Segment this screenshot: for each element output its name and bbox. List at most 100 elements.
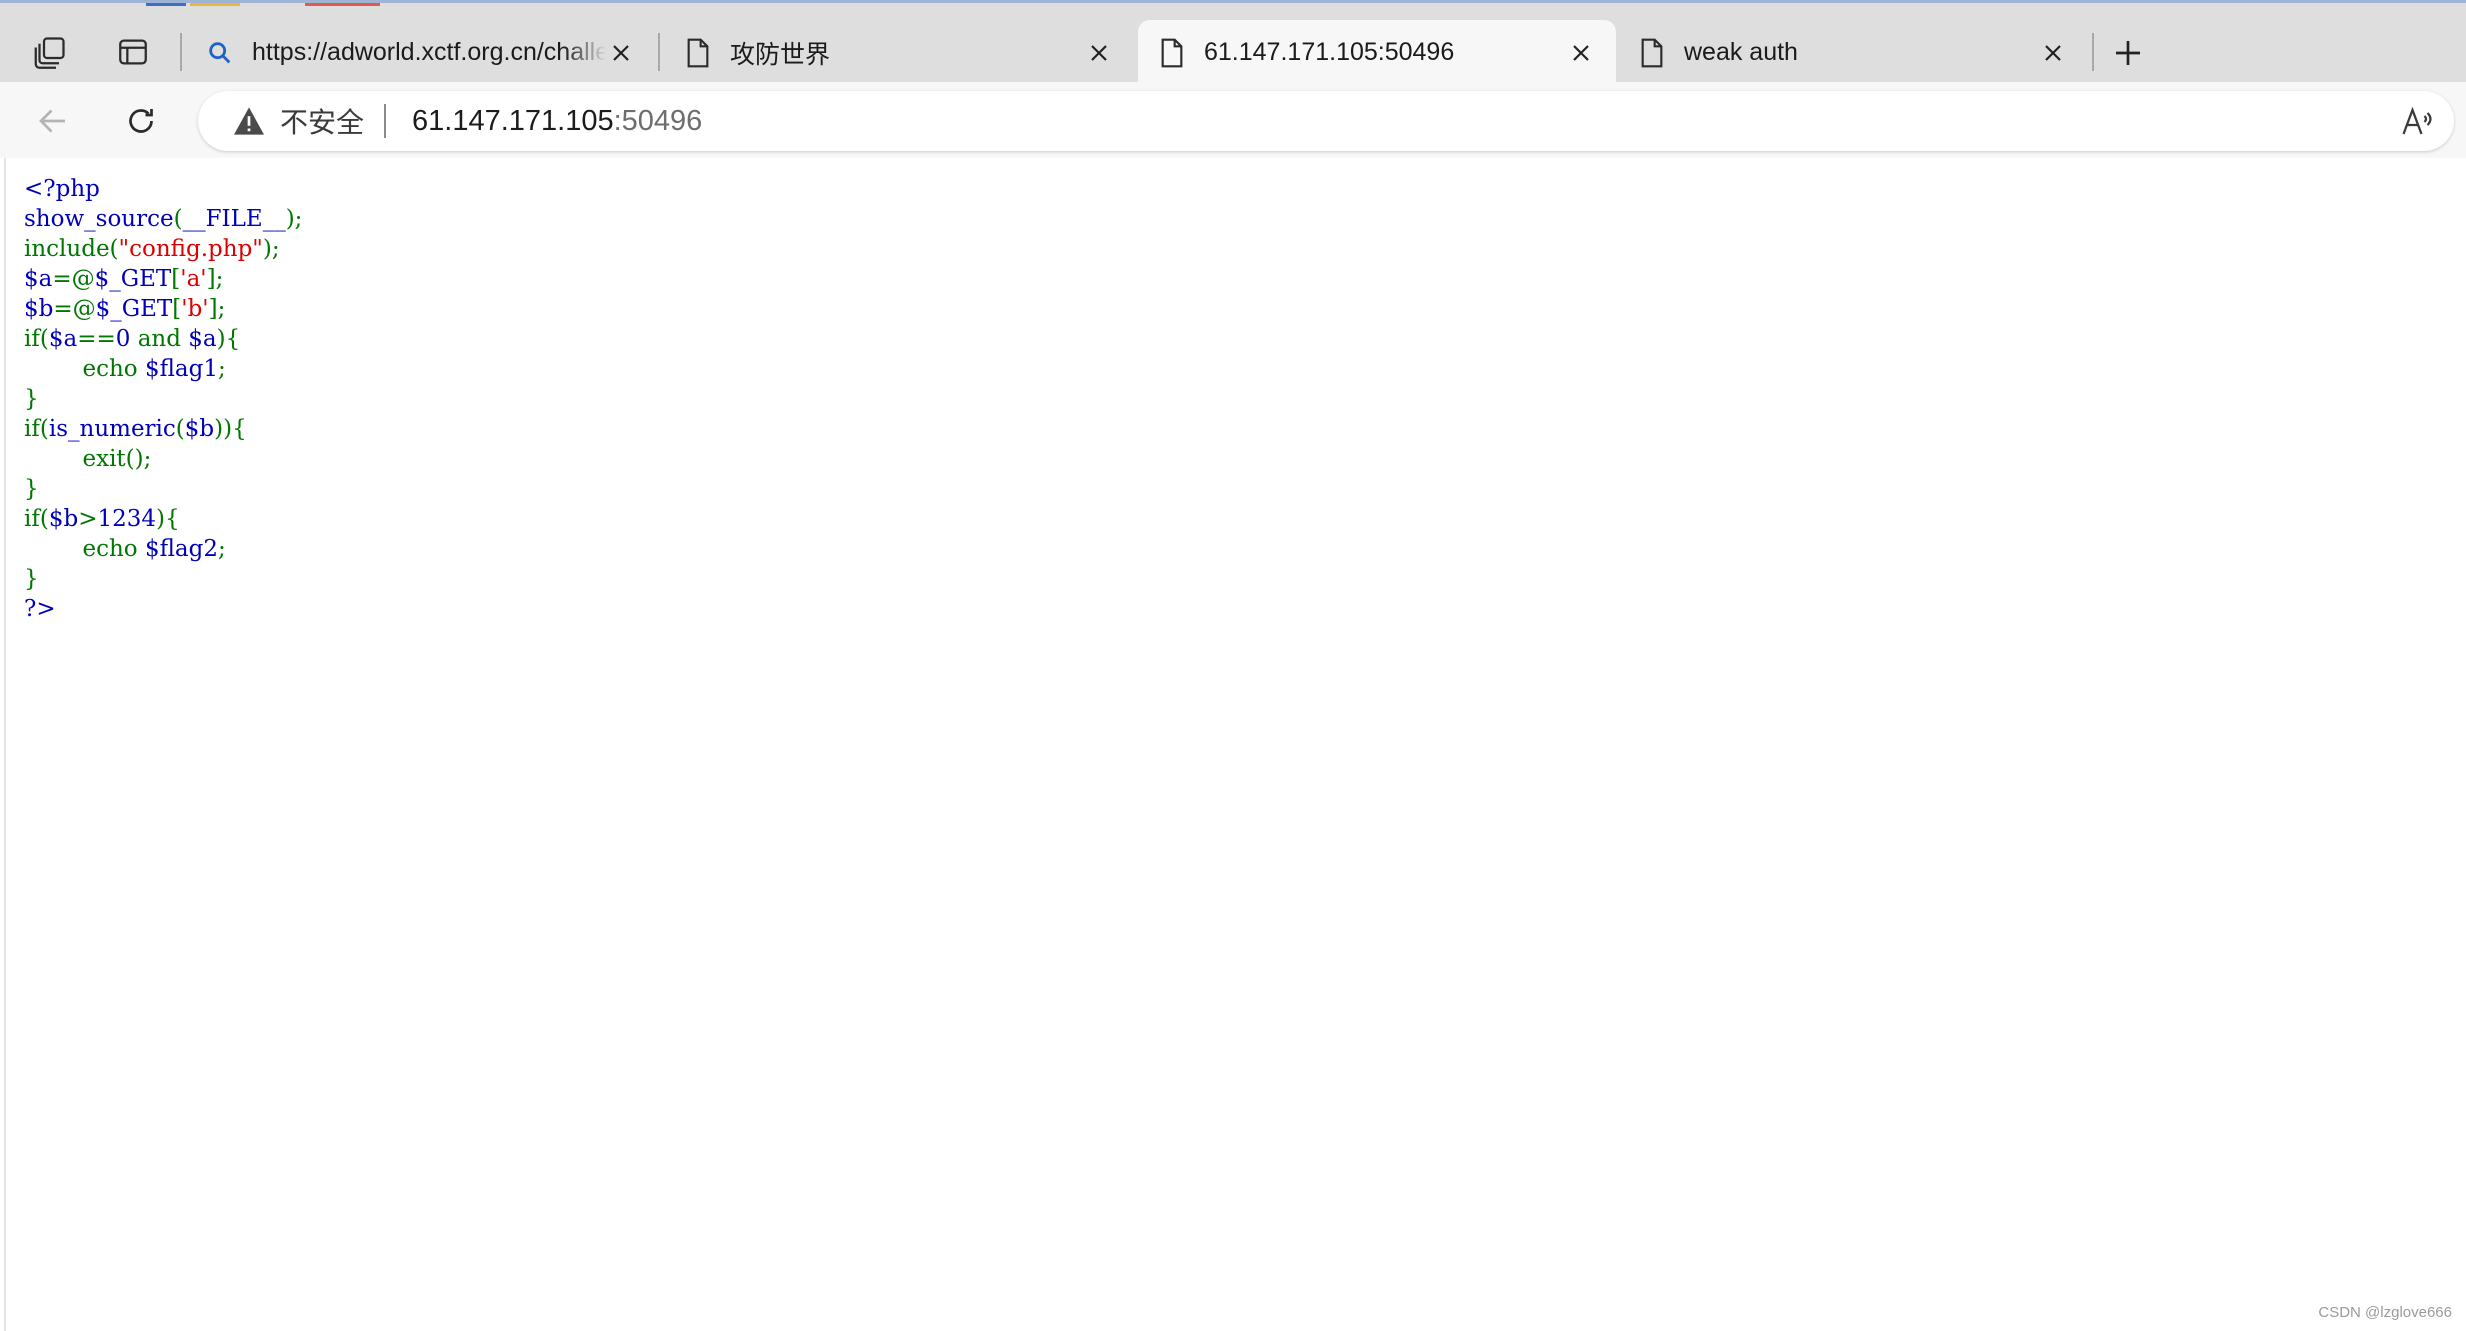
code-token: ); [262, 236, 280, 262]
code-token: ); [285, 206, 303, 232]
code-token: ( [175, 416, 185, 442]
code-line: $a=@$_GET['a']; [24, 264, 302, 294]
code-token: > [78, 506, 98, 532]
code-token: $a [24, 266, 53, 292]
url-port: :50496 [613, 104, 703, 137]
code-token: =@ [53, 296, 96, 322]
code-line: } [24, 384, 302, 414]
code-token: $a [188, 326, 217, 352]
tab-separator [2092, 33, 2094, 71]
code-token: $_GET [94, 266, 172, 292]
code-line: ?> [24, 594, 302, 624]
code-token: ){ [156, 506, 180, 532]
code-token: 1234 [97, 506, 157, 532]
tab-separator [180, 33, 182, 71]
tab-close-button[interactable] [606, 38, 636, 68]
php-source-code: <?php show_source(__FILE__); include("conf… [24, 174, 302, 624]
code-token: [ [172, 296, 182, 322]
code-token: <?php [24, 176, 100, 202]
tab-gongfang[interactable]: 攻防世界 [664, 20, 1134, 85]
tab-separator [658, 33, 660, 71]
close-icon [2045, 44, 2061, 61]
refresh-button[interactable] [116, 96, 166, 146]
code-token: if( [24, 326, 49, 352]
code-token: =@ [52, 266, 95, 292]
tab-active-host[interactable]: 61.147.171.105:50496 [1138, 20, 1616, 85]
code-token: ( [173, 206, 183, 232]
code-token: ?> [24, 596, 56, 622]
code-token: exit [24, 446, 126, 472]
code-token: $b [184, 416, 215, 442]
address-bar[interactable]: 不安全 61.147.171.105:50496 [198, 91, 2454, 151]
code-token: __FILE__ [182, 206, 286, 232]
plus-icon [2116, 41, 2140, 65]
search-icon [209, 41, 231, 63]
back-button[interactable] [28, 96, 78, 146]
code-line: if($a==0 and $a){ [24, 324, 302, 354]
read-aloud-button[interactable] [2394, 99, 2440, 145]
tab-close-button[interactable] [1084, 38, 1114, 68]
code-line: exit(); [24, 444, 302, 474]
top-accent-yellow [190, 3, 240, 6]
code-token: ; [218, 356, 226, 382]
code-line: echo $flag1; [24, 354, 302, 384]
vertical-tabs-icon [119, 39, 147, 65]
page-icon [1641, 38, 1663, 67]
site-info-button[interactable]: 不安全 [232, 101, 364, 141]
code-token: $flag1 [144, 356, 218, 382]
code-token: ]; [208, 296, 226, 322]
security-label: 不安全 [280, 107, 365, 138]
tab-title: 攻防世界 [730, 40, 831, 69]
browser-window: https://adworld.xctf.org.cn/challenges/l… [0, 0, 2466, 1331]
code-token: } [24, 566, 39, 592]
tab-close-button[interactable] [2038, 38, 2068, 68]
code-line: if(is_numeric($b)){ [24, 414, 302, 444]
watermark: CSDN @lzglove666 [2318, 1304, 2452, 1321]
tab-title: 61.147.171.105:50496 [1204, 38, 1455, 66]
refresh-icon [129, 109, 153, 133]
url-host: 61.147.171.105 [412, 104, 614, 137]
warning-icon [234, 107, 264, 135]
back-arrow-icon [39, 109, 65, 133]
code-line: } [24, 474, 302, 504]
code-token: $_GET [95, 296, 173, 322]
close-icon [1573, 44, 1589, 61]
page-content: <?php show_source(__FILE__); include("conf… [4, 158, 2466, 1331]
code-token: ]; [206, 266, 224, 292]
code-line: $b=@$_GET['b']; [24, 294, 302, 324]
code-line: } [24, 564, 302, 594]
tab-title: https://adworld.xctf.org.cn/challenges/l… [252, 38, 606, 66]
code-token: if( [24, 416, 49, 442]
toolbar: 不安全 61.147.171.105:50496 [0, 82, 2466, 158]
code-line: include("config.php"); [24, 234, 302, 264]
tab-close-button[interactable] [1566, 38, 1596, 68]
tab-actions-icon [34, 37, 65, 69]
code-token: 'b' [181, 296, 209, 322]
tab-weak-auth[interactable]: weak auth [1618, 20, 2088, 85]
tab-title: weak auth [1684, 38, 1798, 66]
top-accent-blue [146, 3, 186, 6]
new-tab-button[interactable] [2103, 28, 2153, 78]
code-token: [ [171, 266, 181, 292]
page-icon [1161, 38, 1183, 67]
code-token: ){ [216, 326, 241, 352]
code-token: } [24, 476, 39, 502]
code-token: and [130, 326, 189, 352]
tab-actions-button[interactable] [25, 27, 75, 77]
code-token: echo [24, 536, 145, 562]
read-aloud-icon [2402, 106, 2432, 135]
code-token: $b [24, 296, 54, 322]
code-token: is_numeric [48, 416, 176, 442]
tab-adworld[interactable]: https://adworld.xctf.org.cn/challenges/l… [186, 20, 656, 85]
code-token: (); [125, 446, 152, 472]
top-accent-red [305, 3, 380, 6]
code-token: == [77, 326, 116, 352]
vertical-tabs-button[interactable] [108, 27, 158, 77]
code-line: show_source(__FILE__); [24, 204, 302, 234]
url-text[interactable]: 61.147.171.105:50496 [412, 105, 702, 138]
code-token: "config.php" [118, 236, 263, 262]
code-token: $a [48, 326, 78, 352]
code-token: echo [24, 356, 145, 382]
code-token: $flag2 [144, 536, 218, 562]
page-icon [687, 38, 709, 67]
